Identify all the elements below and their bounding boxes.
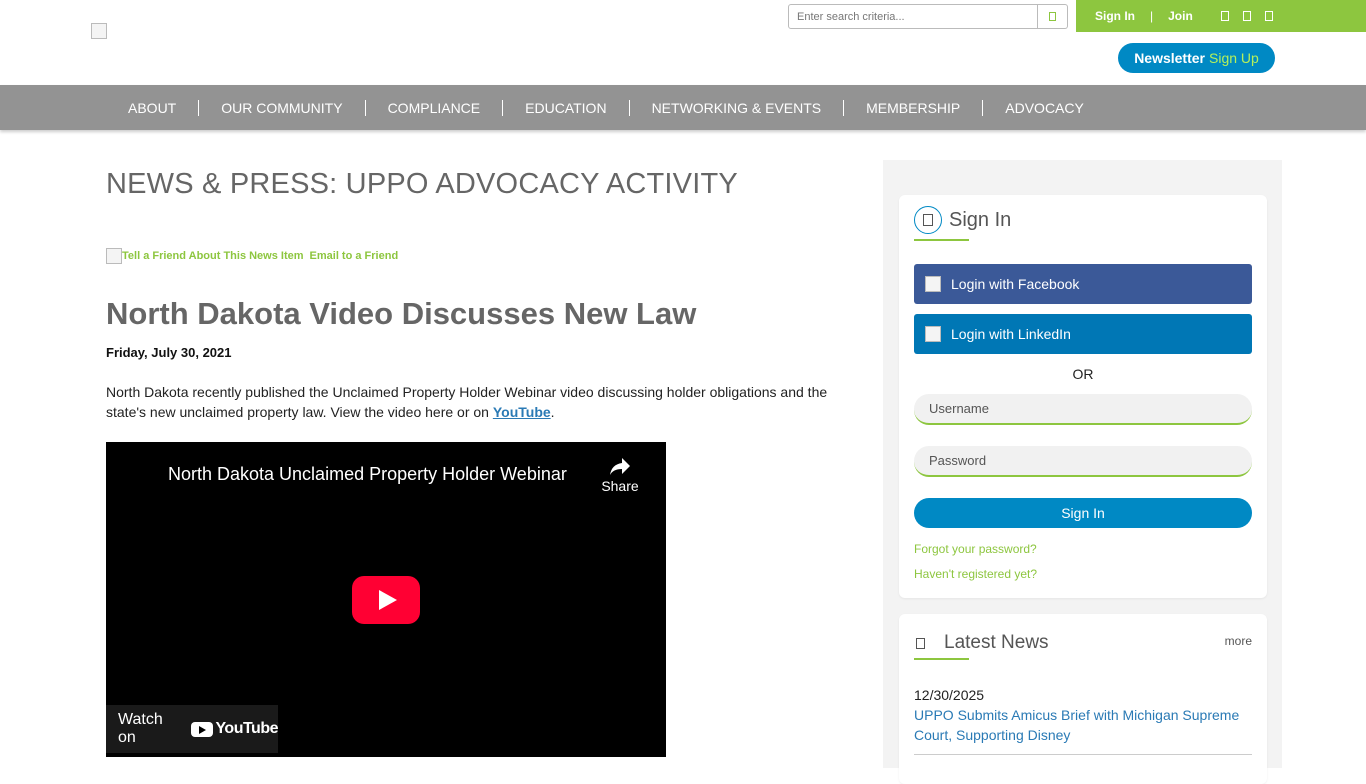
- youtube-icon: [191, 721, 214, 737]
- nav-item-about[interactable]: ABOUT: [106, 100, 198, 116]
- login-linkedin-label: Login with LinkedIn: [951, 326, 1071, 342]
- linkedin-icon[interactable]: [1264, 11, 1273, 21]
- video-share-label: Share: [601, 478, 639, 494]
- sign-in-header: Sign In: [914, 206, 1011, 234]
- article-body-end: .: [550, 404, 555, 420]
- more-news-link[interactable]: more: [1225, 634, 1252, 648]
- youtube-video-embed[interactable]: North Dakota Unclaimed Property Holder W…: [106, 442, 666, 757]
- play-button[interactable]: [352, 576, 420, 624]
- email-to-friend-link[interactable]: Email to a Friend: [310, 250, 399, 262]
- nav-item-advocacy[interactable]: ADVOCACY: [983, 100, 1106, 116]
- search-button[interactable]: [1038, 4, 1068, 29]
- account-bar: Sign In | Join: [1076, 0, 1366, 32]
- youtube-logo: YouTube: [191, 720, 278, 738]
- nav-item-our-community[interactable]: OUR COMMUNITY: [199, 100, 364, 116]
- register-link[interactable]: Haven't registered yet?: [914, 567, 1037, 581]
- news-separator: [914, 754, 1252, 755]
- social-links: [1220, 11, 1273, 21]
- search-bar: [788, 4, 1068, 29]
- nav-item-education[interactable]: EDUCATION: [503, 100, 628, 116]
- sidebar: Sign In Login with Facebook Login with L…: [883, 160, 1282, 784]
- title-underline: [914, 658, 969, 660]
- login-facebook-label: Login with Facebook: [951, 276, 1080, 292]
- nav-item-compliance[interactable]: COMPLIANCE: [366, 100, 503, 116]
- share-icon: [610, 458, 630, 475]
- youtube-logo-text: YouTube: [215, 720, 278, 737]
- sign-in-link[interactable]: Sign In: [1095, 9, 1135, 23]
- latest-news-panel: Latest News more 12/30/2025 UPPO Submits…: [899, 614, 1267, 784]
- linkedin-icon: [925, 326, 941, 342]
- tell-a-friend: Tell a Friend About This News Item Email…: [106, 248, 398, 264]
- article-title: North Dakota Video Discusses New Law: [106, 296, 697, 331]
- or-divider: OR: [1072, 366, 1094, 382]
- tell-a-friend-image[interactable]: [106, 248, 122, 264]
- password-field[interactable]: [914, 446, 1252, 477]
- news-icon: [916, 637, 925, 649]
- latest-news-title: Latest News: [944, 632, 1049, 653]
- main-navigation: ABOUT OUR COMMUNITY COMPLIANCE EDUCATION…: [0, 85, 1366, 130]
- search-icon: [1049, 12, 1056, 21]
- news-item-date: 12/30/2025: [914, 687, 985, 703]
- username-field[interactable]: [914, 394, 1252, 425]
- newsletter-signup-label: Sign Up: [1209, 50, 1259, 66]
- search-input[interactable]: [788, 4, 1038, 29]
- login-linkedin-button[interactable]: Login with LinkedIn: [914, 314, 1252, 354]
- site-header: Sign In | Join Newsletter Sign Up: [0, 0, 1366, 85]
- article-body: North Dakota recently published the Uncl…: [106, 382, 846, 422]
- nav-item-networking-events[interactable]: NETWORKING & EVENTS: [630, 100, 844, 116]
- site-logo-image[interactable]: [91, 23, 107, 39]
- video-title[interactable]: North Dakota Unclaimed Property Holder W…: [168, 464, 567, 485]
- login-facebook-button[interactable]: Login with Facebook: [914, 264, 1252, 304]
- article-body-text: North Dakota recently published the Uncl…: [106, 384, 828, 420]
- twitter-icon[interactable]: [1242, 11, 1251, 21]
- news-item-link[interactable]: UPPO Submits Amicus Brief with Michigan …: [914, 705, 1252, 745]
- sign-in-title: Sign In: [949, 208, 1012, 231]
- tell-a-friend-alt-text[interactable]: Tell a Friend About This News Item: [122, 250, 304, 262]
- nav-item-membership[interactable]: MEMBERSHIP: [844, 100, 982, 116]
- facebook-icon: [925, 276, 941, 292]
- sign-in-panel: Sign In Login with Facebook Login with L…: [899, 195, 1267, 598]
- join-link[interactable]: Join: [1168, 9, 1193, 23]
- watch-on-label: Watch on: [118, 711, 163, 746]
- youtube-link[interactable]: YouTube: [493, 404, 551, 420]
- video-share-button[interactable]: Share: [596, 456, 644, 494]
- latest-news-header: Latest News: [916, 632, 1049, 654]
- newsletter-label: Newsletter: [1134, 50, 1205, 66]
- separator: |: [1150, 9, 1154, 23]
- page-title: NEWS & PRESS: UPPO ADVOCACY ACTIVITY: [106, 168, 738, 200]
- watch-on-youtube-button[interactable]: Watch on YouTube: [106, 705, 278, 753]
- user-icon: [914, 206, 942, 234]
- facebook-icon[interactable]: [1220, 11, 1229, 21]
- article-date: Friday, July 30, 2021: [106, 345, 232, 360]
- title-underline: [914, 239, 969, 241]
- newsletter-signup-button[interactable]: Newsletter Sign Up: [1118, 43, 1275, 73]
- forgot-password-link[interactable]: Forgot your password?: [914, 542, 1037, 556]
- sign-in-submit-button[interactable]: Sign In: [914, 498, 1252, 528]
